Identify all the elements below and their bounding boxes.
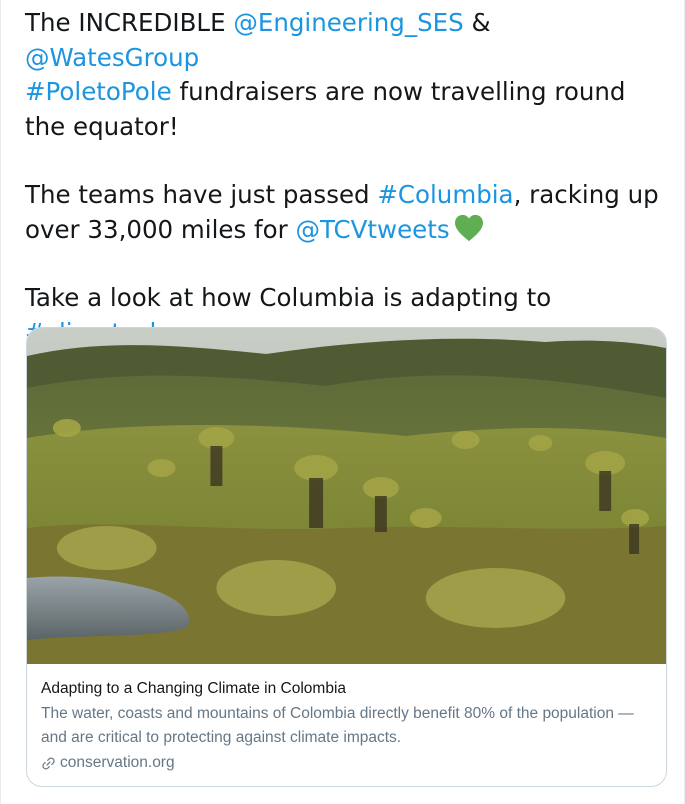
link-icon: [42, 757, 55, 769]
tweet-paragraph-2: The teams have just passed #Columbia, ra…: [25, 178, 665, 247]
text-segment: The INCREDIBLE: [25, 8, 234, 37]
link-preview-card[interactable]: Adapting to a Changing Climate in Colomb…: [26, 327, 667, 787]
card-description: The water, coasts and mountains of Colom…: [41, 705, 634, 746]
mention-tcv-tweets[interactable]: @TCVtweets: [296, 215, 450, 244]
mention-wates-group[interactable]: @WatesGroup: [25, 43, 199, 72]
tweet-text: The INCREDIBLE @Engineering_SES & @Wates…: [25, 6, 665, 350]
text-segment: The teams have just passed: [25, 180, 378, 209]
hashtag-columbia[interactable]: #Columbia: [377, 180, 513, 209]
card-domain[interactable]: conservation.org: [41, 752, 652, 774]
mention-engineering-ses[interactable]: @Engineering_SES: [233, 8, 463, 37]
card-body: Adapting to a Changing Climate in Colomb…: [41, 678, 652, 774]
card-image[interactable]: [27, 328, 666, 664]
card-domain-text: conservation.org: [60, 754, 175, 771]
tweet-paragraph-1: The INCREDIBLE @Engineering_SES & @Wates…: [25, 6, 665, 144]
green-heart-icon: [454, 214, 483, 241]
hashtag-poletopole[interactable]: #PoletoPole: [25, 77, 172, 106]
card-title[interactable]: Adapting to a Changing Climate in Colomb…: [41, 678, 652, 700]
tweet: The INCREDIBLE @Engineering_SES & @Wates…: [0, 0, 685, 804]
text-segment: &: [463, 8, 491, 37]
text-segment: Take a look at how Columbia is adapting …: [25, 283, 552, 312]
